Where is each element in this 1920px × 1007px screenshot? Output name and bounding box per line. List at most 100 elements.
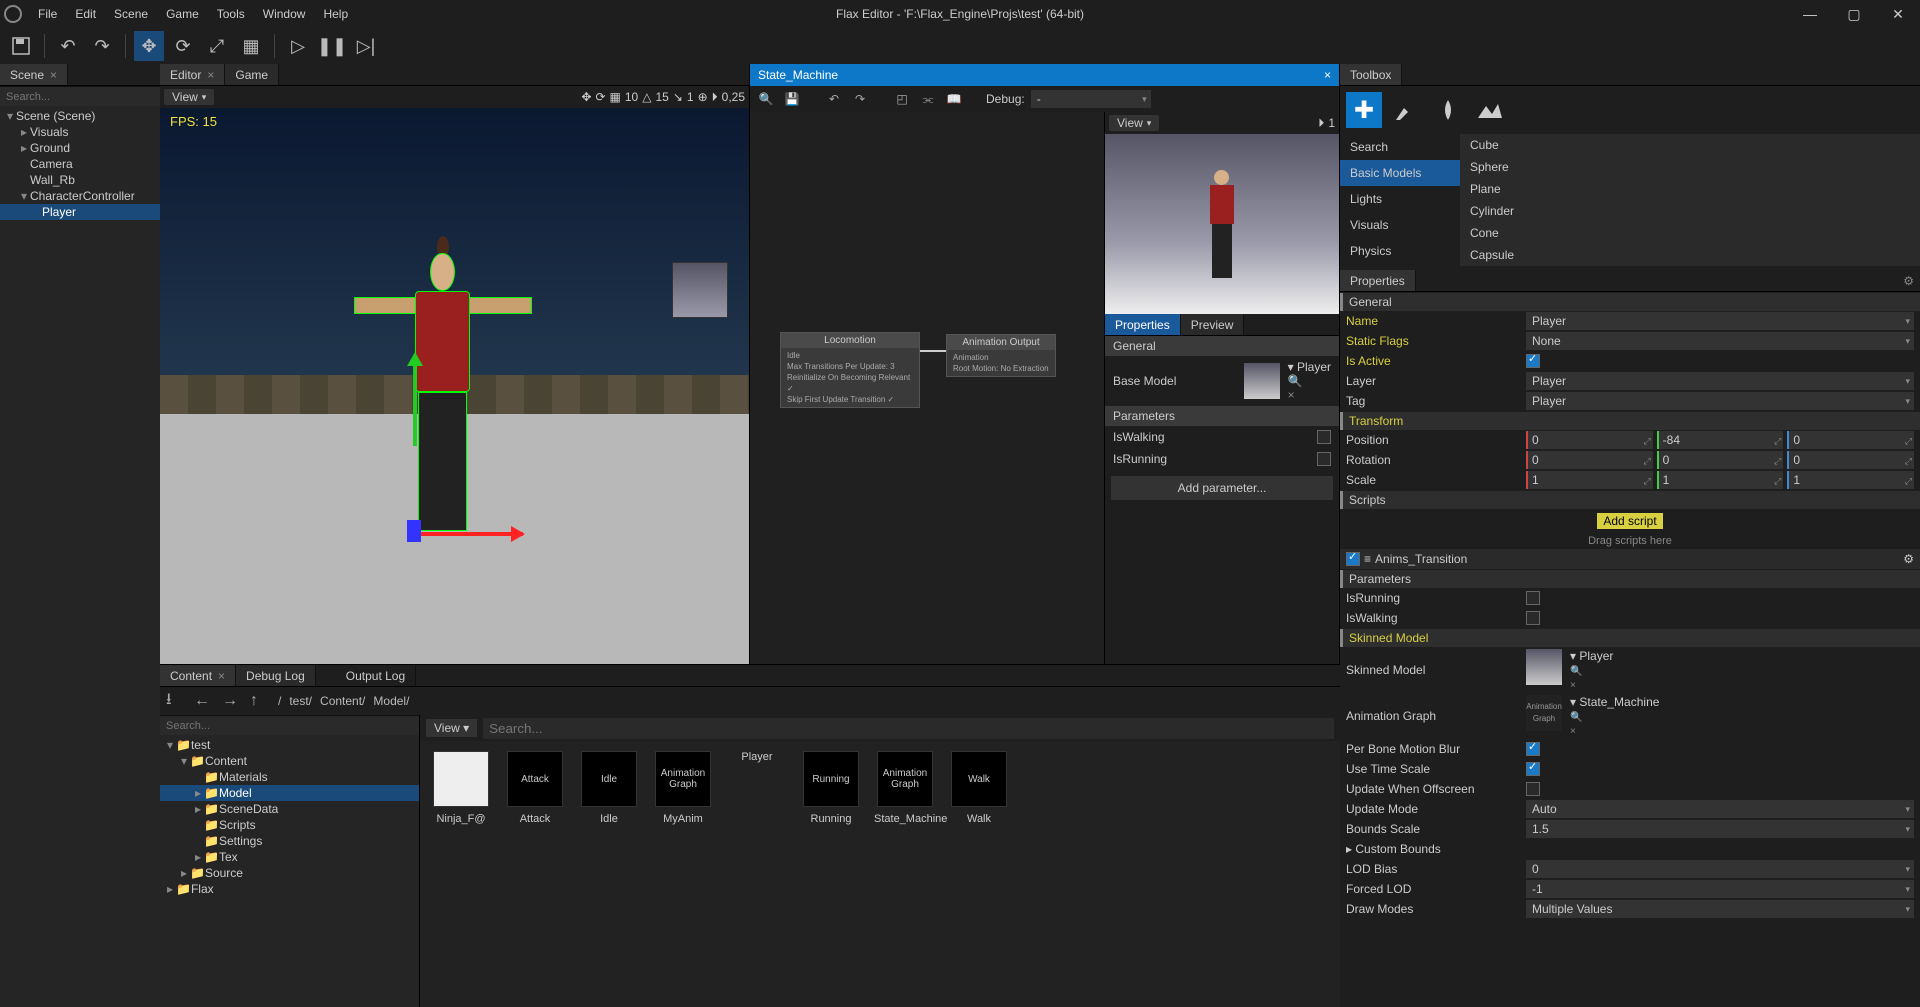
add-parameter-button[interactable]: Add parameter... <box>1111 476 1333 500</box>
prop-static-dropdown[interactable]: None <box>1526 332 1914 350</box>
param-isrunning-checkbox[interactable] <box>1317 452 1331 466</box>
content-view-dropdown[interactable]: View ▾ <box>426 719 477 737</box>
scale-snap-icon[interactable]: ↘ <box>673 90 683 104</box>
save-button[interactable] <box>6 31 36 61</box>
content-items[interactable]: Ninja_F@AttackAttackIdleIdleAnimation Gr… <box>420 741 1340 1007</box>
skinned-model-value[interactable]: Player <box>1579 649 1613 663</box>
nav-forward-icon[interactable]: → <box>222 692 242 710</box>
tab-content[interactable]: Content× <box>160 665 236 686</box>
tab-properties[interactable]: Properties <box>1105 314 1181 335</box>
search-icon[interactable]: 🔍 <box>756 89 776 109</box>
motion-blur-checkbox[interactable] <box>1526 742 1540 756</box>
camera-speed-icon[interactable]: ⏵ <box>712 90 718 105</box>
link-icon[interactable]: ⫘ <box>918 89 938 109</box>
offscreen-checkbox[interactable] <box>1526 782 1540 796</box>
script-enabled-checkbox[interactable] <box>1346 552 1360 566</box>
view-dropdown[interactable]: View ▾ <box>164 89 214 105</box>
settings-icon[interactable]: ⚙ <box>1903 552 1914 566</box>
group-parameters[interactable]: Parameters <box>1340 570 1920 588</box>
content-item[interactable]: RunningRunning <box>800 751 862 825</box>
preview-view-dropdown[interactable]: View ▾ <box>1109 115 1159 131</box>
tree-node[interactable]: Visuals <box>30 125 68 139</box>
tree-node[interactable]: Camera <box>30 157 73 171</box>
state-machine-titlebar[interactable]: State_Machine× <box>750 64 1339 86</box>
anim-graph-value[interactable]: State_Machine <box>1579 695 1659 709</box>
toolbox-items[interactable]: CubeSpherePlaneCylinderConeCapsule <box>1460 134 1920 266</box>
close-icon[interactable]: × <box>218 669 225 683</box>
toolbox-cat-physics[interactable]: Physics <box>1340 238 1460 264</box>
save-icon[interactable]: 💾 <box>782 89 802 109</box>
tree-node[interactable]: Wall_Rb <box>30 173 75 187</box>
forced-lod-input[interactable]: -1 <box>1526 880 1914 898</box>
graph-node-locomotion[interactable]: Locomotion Idle Max Transitions Per Upda… <box>780 332 920 408</box>
toolbox-item[interactable]: Capsule <box>1460 244 1920 266</box>
tab-scene[interactable]: Scene× <box>0 64 68 85</box>
prop-active-checkbox[interactable] <box>1526 354 1540 368</box>
content-search-input[interactable] <box>483 718 1334 739</box>
content-item[interactable]: Ninja_F@ <box>430 751 492 825</box>
group-scripts[interactable]: Scripts <box>1340 491 1920 509</box>
speed-icon[interactable]: ⏵ <box>1318 116 1324 131</box>
group-skinned-model[interactable]: Skinned Model <box>1340 629 1920 647</box>
content-item[interactable]: AttackAttack <box>504 751 566 825</box>
grid-snap-icon[interactable]: ▦ <box>610 90 621 104</box>
prop-tag-dropdown[interactable]: Player <box>1526 392 1914 410</box>
close-icon[interactable]: × <box>1324 64 1331 86</box>
import-icon[interactable]: ⭳ <box>166 688 186 715</box>
nav-back-icon[interactable]: ← <box>194 692 214 710</box>
center-icon[interactable]: ◰ <box>892 89 912 109</box>
editor-viewport[interactable]: FPS: 15 <box>160 108 749 664</box>
prop-layer-dropdown[interactable]: Player <box>1526 372 1914 390</box>
undo-button[interactable]: ↶ <box>53 31 83 61</box>
prop-name-input[interactable]: Player <box>1526 312 1914 330</box>
tab-game[interactable]: Game <box>225 64 279 85</box>
base-model-thumb[interactable] <box>1244 363 1280 399</box>
tab-preview[interactable]: Preview <box>1181 314 1245 335</box>
content-item[interactable]: IdleIdle <box>578 751 640 825</box>
anim-graph-thumb[interactable]: Animation Graph <box>1526 695 1562 731</box>
bounds-scale-input[interactable]: 1.5 <box>1526 820 1914 838</box>
close-button[interactable]: ✕ <box>1876 0 1920 28</box>
close-icon[interactable]: × <box>207 68 214 82</box>
toolbox-terrain-icon[interactable] <box>1472 92 1508 128</box>
lod-bias-input[interactable]: 0 <box>1526 860 1914 878</box>
graph-canvas[interactable]: Locomotion Idle Max Transitions Per Upda… <box>750 112 1104 664</box>
play-button[interactable]: ▷ <box>283 31 313 61</box>
menu-file[interactable]: File <box>30 3 65 25</box>
undo-icon[interactable]: ↶ <box>824 89 844 109</box>
group-transform[interactable]: Transform <box>1340 412 1920 430</box>
gizmo-z-axis[interactable] <box>407 520 421 542</box>
path-segment[interactable]: test/ <box>289 694 312 708</box>
preview-viewport[interactable] <box>1105 134 1339 314</box>
content-tree-search[interactable] <box>166 720 413 732</box>
draw-modes-dropdown[interactable]: Multiple Values <box>1526 900 1914 918</box>
toolbox-item[interactable]: Cylinder <box>1460 200 1920 222</box>
toolbox-cat-visuals[interactable]: Visuals <box>1340 212 1460 238</box>
scene-tree[interactable]: ▾Scene (Scene) ▸Visuals ▸Ground Camera W… <box>0 106 160 1007</box>
close-icon[interactable]: × <box>50 68 57 82</box>
rot-y-input[interactable]: 0⤢ <box>1657 451 1784 469</box>
content-item[interactable]: WalkWalk <box>948 751 1010 825</box>
add-script-button[interactable]: Add script <box>1597 513 1662 529</box>
step-button[interactable]: ▷| <box>351 31 381 61</box>
globe-icon[interactable]: ⊕ <box>698 90 708 104</box>
toolbox-brush-icon[interactable] <box>1388 92 1424 128</box>
redo-button[interactable]: ↷ <box>87 31 117 61</box>
move-icon[interactable]: ✥ <box>581 90 591 104</box>
tree-node[interactable]: Ground <box>30 141 70 155</box>
scene-search-input[interactable] <box>6 91 154 103</box>
menu-scene[interactable]: Scene <box>106 3 156 25</box>
pos-y-input[interactable]: -84⤢ <box>1657 431 1784 449</box>
content-tree[interactable]: ▾📁 test ▾📁 Content 📁 Materials ▸📁 Model … <box>160 715 420 1007</box>
tab-output-log[interactable]: Output Log <box>336 665 416 686</box>
menu-game[interactable]: Game <box>158 3 207 25</box>
debug-dropdown[interactable]: - <box>1031 90 1151 108</box>
toolbox-cat-search[interactable]: Search <box>1340 134 1460 160</box>
content-item[interactable]: Player <box>726 751 788 763</box>
nav-up-icon[interactable]: ↑ <box>250 692 270 710</box>
toolbox-item[interactable]: Cone <box>1460 222 1920 244</box>
pos-x-input[interactable]: 0⤢ <box>1526 431 1653 449</box>
scale-z-input[interactable]: 1⤢ <box>1787 471 1914 489</box>
tab-editor[interactable]: Editor× <box>160 64 225 85</box>
maximize-button[interactable]: ▢ <box>1832 0 1876 28</box>
